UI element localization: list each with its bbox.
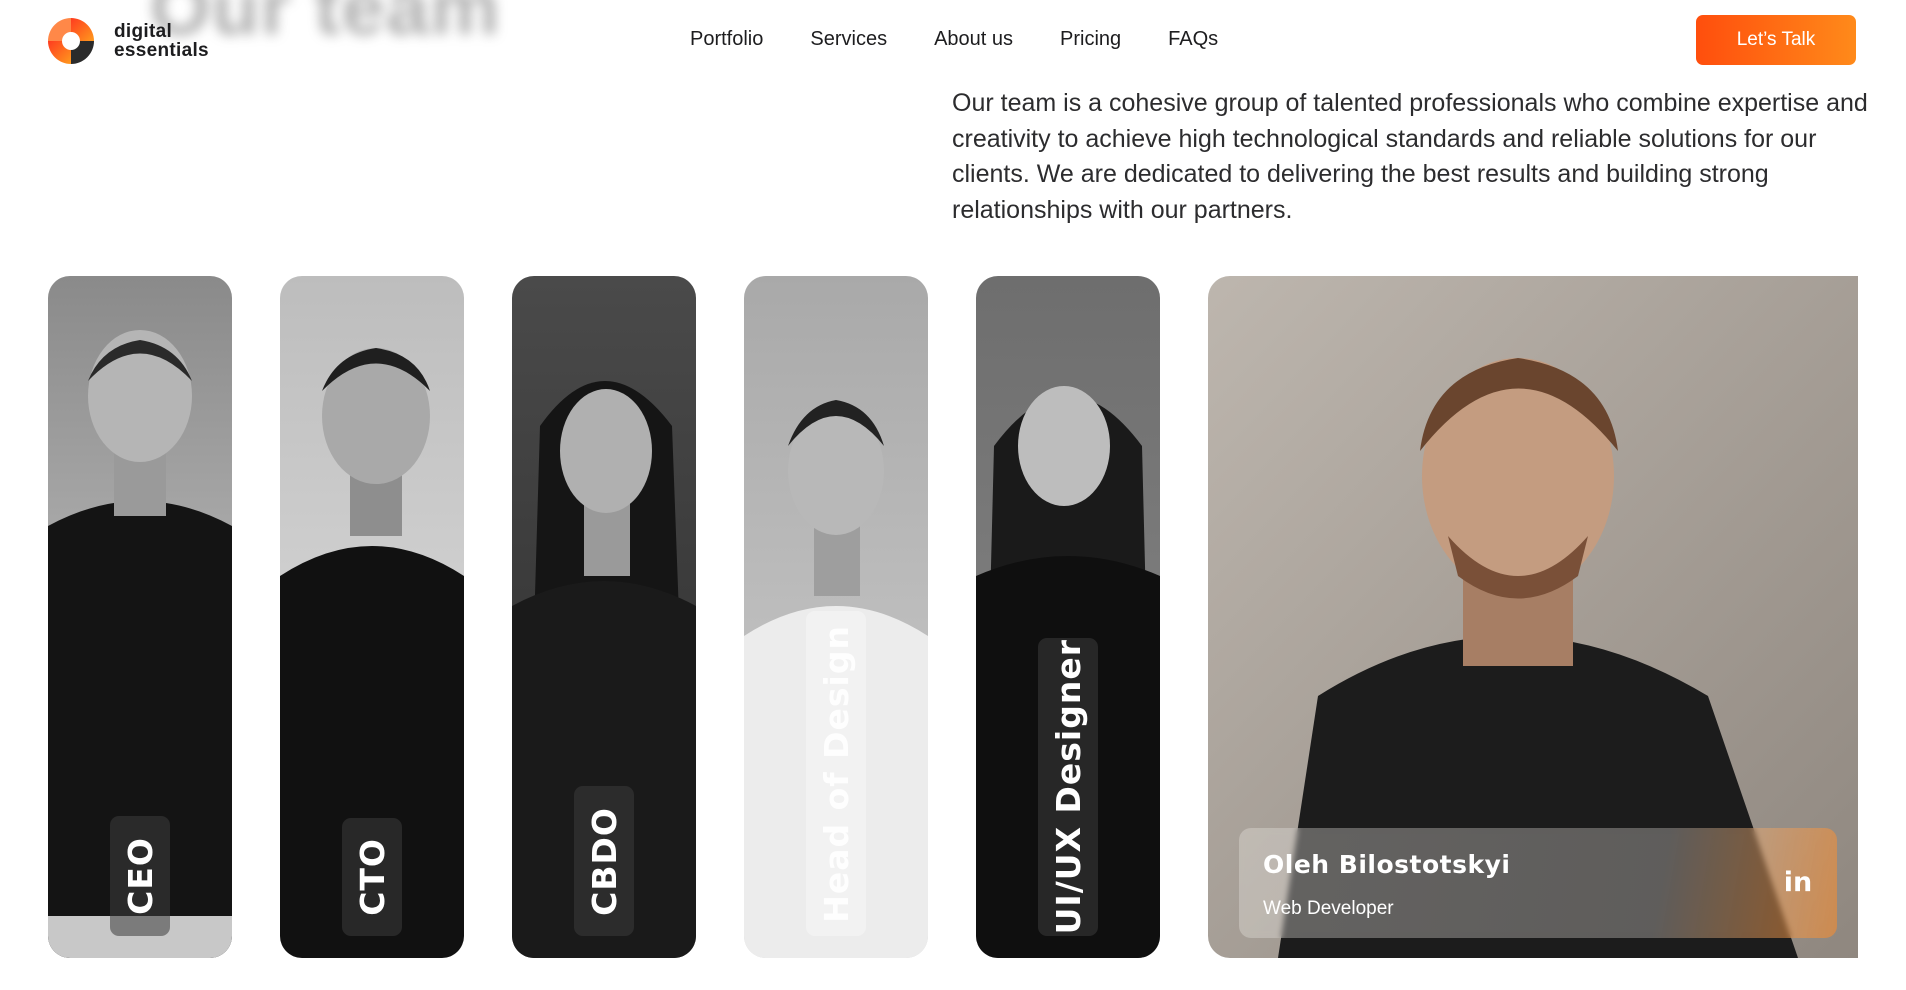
team-card-ceo[interactable]: CEO (48, 276, 232, 958)
linkedin-icon[interactable]: in (1781, 868, 1815, 898)
team-card-cto[interactable]: CTO (280, 276, 464, 958)
main-nav: Portfolio Services About us Pricing FAQs (690, 26, 1218, 52)
nav-services[interactable]: Services (810, 26, 887, 52)
role-label-cto: CTO (352, 838, 392, 916)
role-label-head-of-design: Head of Design (816, 624, 856, 923)
member-name: Oleh Bilostotskyi (1263, 850, 1511, 879)
nav-about-us[interactable]: About us (934, 26, 1013, 52)
role-badge-head-of-design: Head of Design (806, 611, 866, 936)
team-intro-text: Our team is a cohesive group of talented… (952, 89, 1868, 224)
brand-logo[interactable]: digital essentials (46, 16, 209, 66)
member-info-panel: Oleh Bilostotskyi Web Developer in (1239, 828, 1837, 938)
team-card-uiux-designer[interactable]: UI/UX Designer (976, 276, 1160, 958)
nav-faqs[interactable]: FAQs (1168, 26, 1218, 52)
team-card-head-of-design[interactable]: Head of Design (744, 276, 928, 958)
brand-name: digital essentials (114, 22, 209, 60)
brand-line-1: digital (114, 21, 173, 42)
featured-member-card[interactable]: Oleh Bilostotskyi Web Developer in (1208, 276, 1858, 958)
role-badge-ceo: CEO (110, 816, 170, 936)
nav-portfolio[interactable]: Portfolio (690, 26, 763, 52)
role-label-cbdo: CBDO (584, 806, 624, 916)
role-badge-cbdo: CBDO (574, 786, 634, 936)
brand-line-2: essentials (114, 40, 209, 61)
lets-talk-button[interactable]: Let’s Talk (1696, 15, 1856, 65)
team-page: Our team digital essentials Portfolio Se… (0, 0, 1906, 990)
role-label-ceo: CEO (120, 837, 160, 915)
role-badge-cto: CTO (342, 818, 402, 936)
logo-swirl-icon (48, 18, 94, 64)
nav-pricing[interactable]: Pricing (1060, 26, 1121, 52)
member-role: Web Developer (1263, 898, 1394, 919)
role-badge-uiux-designer: UI/UX Designer (1038, 638, 1098, 936)
role-label-uiux-designer: UI/UX Designer (1048, 639, 1088, 935)
team-card-cbdo[interactable]: CBDO (512, 276, 696, 958)
